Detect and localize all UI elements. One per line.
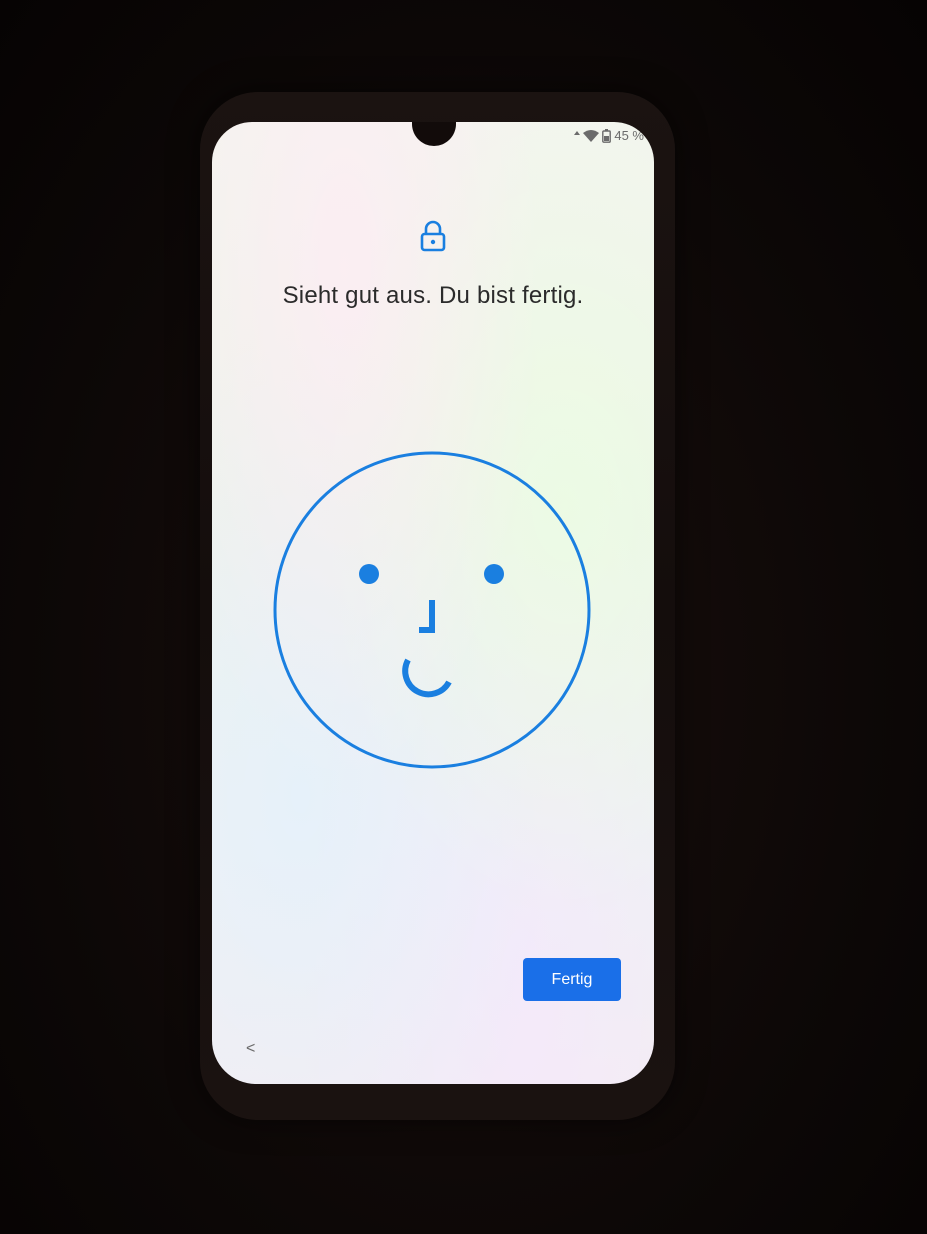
battery-percentage: 45 % [614, 128, 644, 143]
phone-screen: 45 % Sieht gut aus. Du bist fertig. Fert… [212, 122, 654, 1084]
mouth [402, 658, 452, 698]
battery-icon [602, 128, 612, 143]
right-eye [484, 564, 504, 584]
left-eye [359, 564, 379, 584]
camera-notch [412, 122, 456, 146]
status-bar: 45 % [574, 128, 644, 143]
wifi-icon [583, 129, 600, 142]
face-recognition-icon [273, 451, 591, 769]
done-button[interactable]: Fertig [523, 958, 621, 1001]
lock-icon [420, 220, 446, 252]
page-title: Sieht gut aus. Du bist fertig. [282, 282, 584, 309]
data-arrows-icon [574, 130, 581, 135]
nose [419, 600, 435, 633]
chevron-left-icon[interactable]: < [246, 1040, 255, 1058]
